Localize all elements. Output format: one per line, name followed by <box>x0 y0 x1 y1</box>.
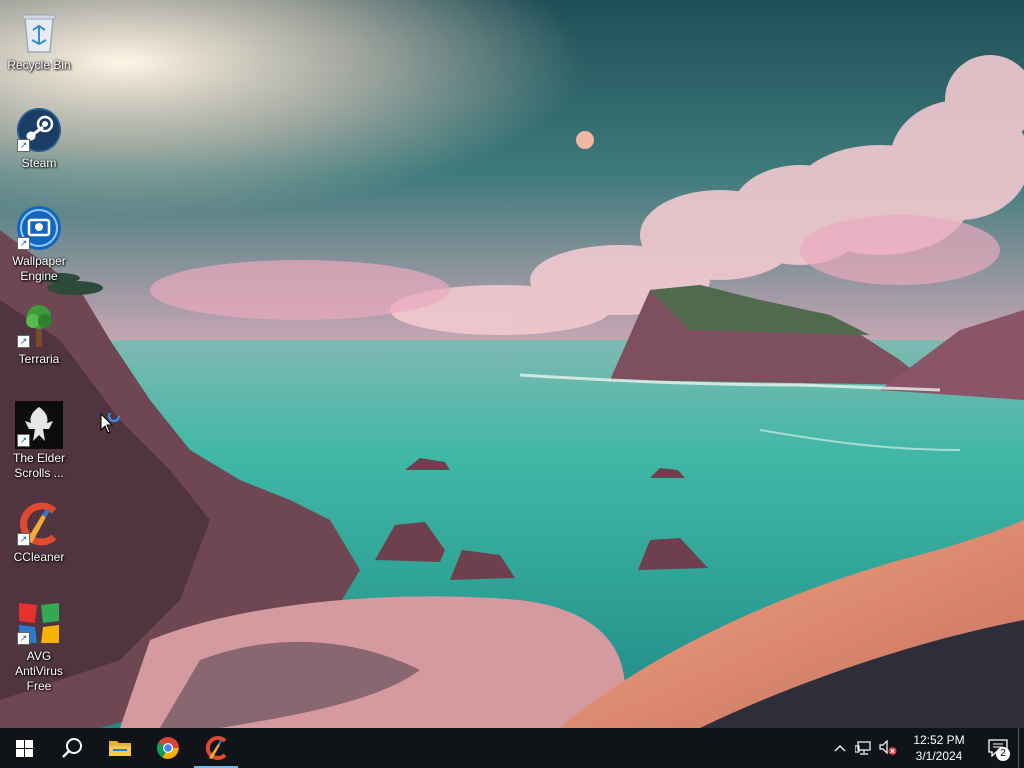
clock-time: 12:52 PM <box>913 733 965 747</box>
avg-antivirus-icon: ↗ <box>15 599 63 647</box>
start-button[interactable] <box>0 728 48 768</box>
desktop-icon-avg-antivirus[interactable]: ↗ AVG AntiVirus Free <box>0 599 78 694</box>
volume-button[interactable] <box>876 728 900 768</box>
desktop-icon-label: Terraria <box>18 352 60 366</box>
shortcut-arrow-icon: ↗ <box>17 434 30 447</box>
mouse-cursor-busy-icon <box>100 413 121 434</box>
ccleaner-icon: ↗ <box>15 500 63 548</box>
desktop-icon-label: CCleaner <box>13 550 65 564</box>
desktop[interactable]: Recycle Bin ↗ Steam ↗ Wallpaper Engine ↗… <box>0 0 1024 768</box>
clock-date: 3/1/2024 <box>915 749 963 763</box>
desktop-icon-label: AVG AntiVirus Free <box>15 649 63 693</box>
network-button[interactable] <box>852 728 876 768</box>
wallpaper-image <box>0 0 1024 728</box>
desktop-icon-terraria[interactable]: ↗ Terraria <box>0 302 78 367</box>
desktop-icon-elder-scrolls[interactable]: ↗ The Elder Scrolls ... <box>0 401 78 481</box>
chrome-icon <box>157 737 179 759</box>
recycle-bin-icon <box>15 8 63 56</box>
desktop-icon-label: Steam <box>21 156 57 170</box>
system-tray: 12:52 PM 3/1/2024 2 <box>828 728 1024 768</box>
shortcut-arrow-icon: ↗ <box>17 533 30 546</box>
action-center-button[interactable]: 2 <box>978 728 1018 768</box>
clock[interactable]: 12:52 PM 3/1/2024 <box>900 732 978 764</box>
shortcut-arrow-icon: ↗ <box>17 139 30 152</box>
desktop-icon-label: Wallpaper Engine <box>12 254 66 283</box>
desktop-icon-label: Recycle Bin <box>7 58 71 72</box>
ccleaner-icon <box>205 736 227 760</box>
desktop-icon-ccleaner[interactable]: ↗ CCleaner <box>0 500 78 565</box>
search-button[interactable] <box>48 728 96 768</box>
desktop-icon-steam[interactable]: ↗ Steam <box>0 106 78 171</box>
volume-muted-icon <box>879 740 897 755</box>
network-icon <box>855 741 871 755</box>
elder-scrolls-icon: ↗ <box>15 401 63 449</box>
notification-count-badge: 2 <box>996 747 1010 761</box>
chevron-up-icon <box>834 745 846 752</box>
search-icon <box>62 738 82 758</box>
desktop-icon-wallpaper-engine[interactable]: ↗ Wallpaper Engine <box>0 204 78 284</box>
shortcut-arrow-icon: ↗ <box>17 335 30 348</box>
steam-icon: ↗ <box>15 106 63 154</box>
wallpaper-engine-icon: ↗ <box>15 204 63 252</box>
terraria-icon: ↗ <box>15 302 63 350</box>
folder-icon <box>109 741 131 756</box>
show-desktop-button[interactable] <box>1018 728 1024 768</box>
shortcut-arrow-icon: ↗ <box>17 237 30 250</box>
taskbar-file-explorer[interactable] <box>96 728 144 768</box>
taskbar: 12:52 PM 3/1/2024 2 <box>0 728 1024 768</box>
taskbar-ccleaner[interactable] <box>192 728 240 768</box>
shortcut-arrow-icon: ↗ <box>17 632 30 645</box>
windows-logo-icon <box>15 739 33 757</box>
taskbar-chrome[interactable] <box>144 728 192 768</box>
desktop-icon-label: The Elder Scrolls ... <box>12 451 66 480</box>
show-hidden-icons-button[interactable] <box>828 728 852 768</box>
desktop-icon-recycle-bin[interactable]: Recycle Bin <box>0 8 78 73</box>
